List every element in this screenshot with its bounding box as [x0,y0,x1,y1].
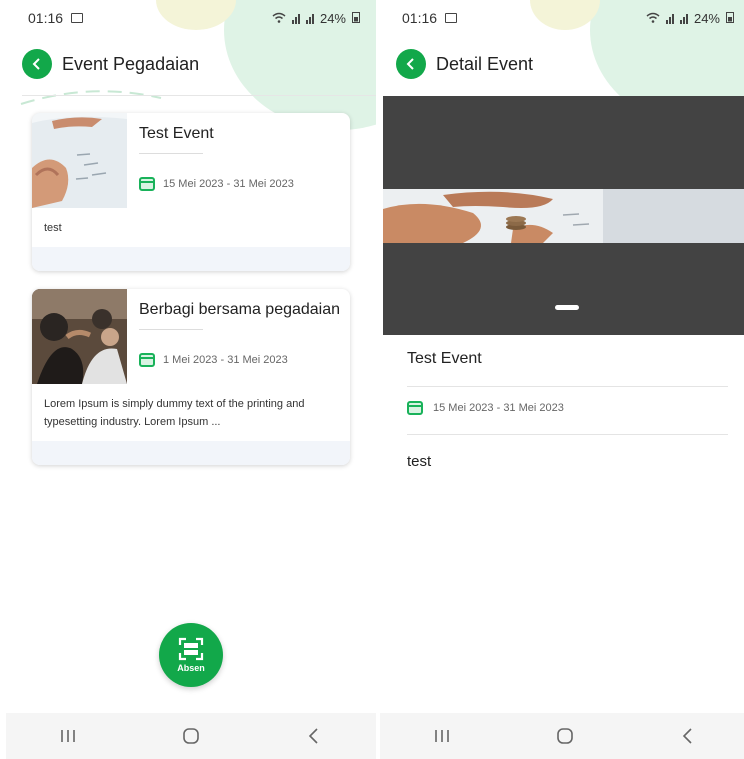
back-button[interactable] [22,49,52,79]
event-title: Test Event [139,125,214,142]
battery-percent: 24% [693,10,720,26]
event-description: Lorem Ipsum is simply dummy text of the … [44,398,305,428]
page-title: Event Pegadaian [62,53,200,74]
status-bar: 01:16 24% [380,0,744,36]
calendar-icon [139,177,155,191]
back-button[interactable] [396,49,426,79]
carousel-indicator[interactable] [555,305,579,310]
event-date-text: 1 Mei 2023 - 31 Mei 2023 [163,354,288,366]
event-list-screen: 01:16 24% Event Pegadaian Test Event 15 … [6,0,376,759]
battery-icon [726,11,734,26]
title-underline [139,153,203,154]
wifi-icon [272,11,286,26]
event-date: 1 Mei 2023 - 31 Mei 2023 [139,353,288,367]
event-detail-screen: 01:16 24% Detail Event Test Event 15 Mei… [380,0,744,759]
event-description: test [44,222,62,234]
title-underline [139,329,203,330]
page-title: Detail Event [436,53,534,74]
event-date-text: 15 Mei 2023 - 31 Mei 2023 [433,402,564,414]
home-icon [183,728,199,744]
status-time: 01:16 [28,10,64,26]
home-button[interactable] [545,721,585,751]
card-footer [32,247,350,271]
back-icon [309,728,318,744]
nav-back-button[interactable] [294,721,334,751]
app-header: Event Pegadaian [22,44,360,84]
status-time: 01:16 [402,10,438,26]
chevron-left-icon [32,58,40,70]
chevron-left-icon [406,58,414,70]
recent-apps-icon [434,730,449,742]
signal-icon [305,12,314,24]
battery-icon [352,11,360,26]
dashed-arc-decoration [20,90,162,105]
event-title: Test Event [407,350,482,367]
event-banner-image [383,189,744,243]
status-bar: 01:16 24% [6,0,376,36]
signal-icon [291,12,300,24]
system-nav-bar [380,713,744,759]
event-thumbnail [32,289,127,384]
recent-apps-button[interactable] [422,721,462,751]
event-date: 15 Mei 2023 - 31 Mei 2023 [139,177,294,191]
calendar-icon [407,401,423,415]
event-date-text: 15 Mei 2023 - 31 Mei 2023 [163,178,294,190]
back-icon [683,728,692,744]
event-card[interactable]: Berbagi bersama pegadaian 1 Mei 2023 - 3… [32,289,350,465]
wifi-icon [646,11,660,26]
nav-back-button[interactable] [668,721,708,751]
divider [407,386,728,387]
absen-label: Absen [177,663,205,673]
scan-icon [178,637,204,661]
recent-apps-icon [60,730,75,742]
app-header: Detail Event [396,44,734,84]
header-divider [22,95,376,96]
system-nav-bar [6,713,376,759]
battery-percent: 24% [319,10,346,26]
signal-icon [665,12,674,24]
card-footer [32,441,350,465]
event-title: Berbagi bersama pegadaian [139,301,341,318]
gallery-icon [71,13,84,23]
gallery-icon [445,13,458,23]
home-button[interactable] [171,721,211,751]
recent-apps-button[interactable] [48,721,88,751]
divider [407,434,728,435]
calendar-icon [139,353,155,367]
signal-icon [679,12,688,24]
event-date: 15 Mei 2023 - 31 Mei 2023 [407,401,564,415]
event-description: test [407,453,432,470]
absen-button[interactable]: Absen [159,623,223,687]
event-thumbnail [32,113,127,208]
event-banner-carousel[interactable] [383,96,744,335]
event-card[interactable]: Test Event 15 Mei 2023 - 31 Mei 2023 tes… [32,113,350,271]
home-icon [557,728,573,744]
